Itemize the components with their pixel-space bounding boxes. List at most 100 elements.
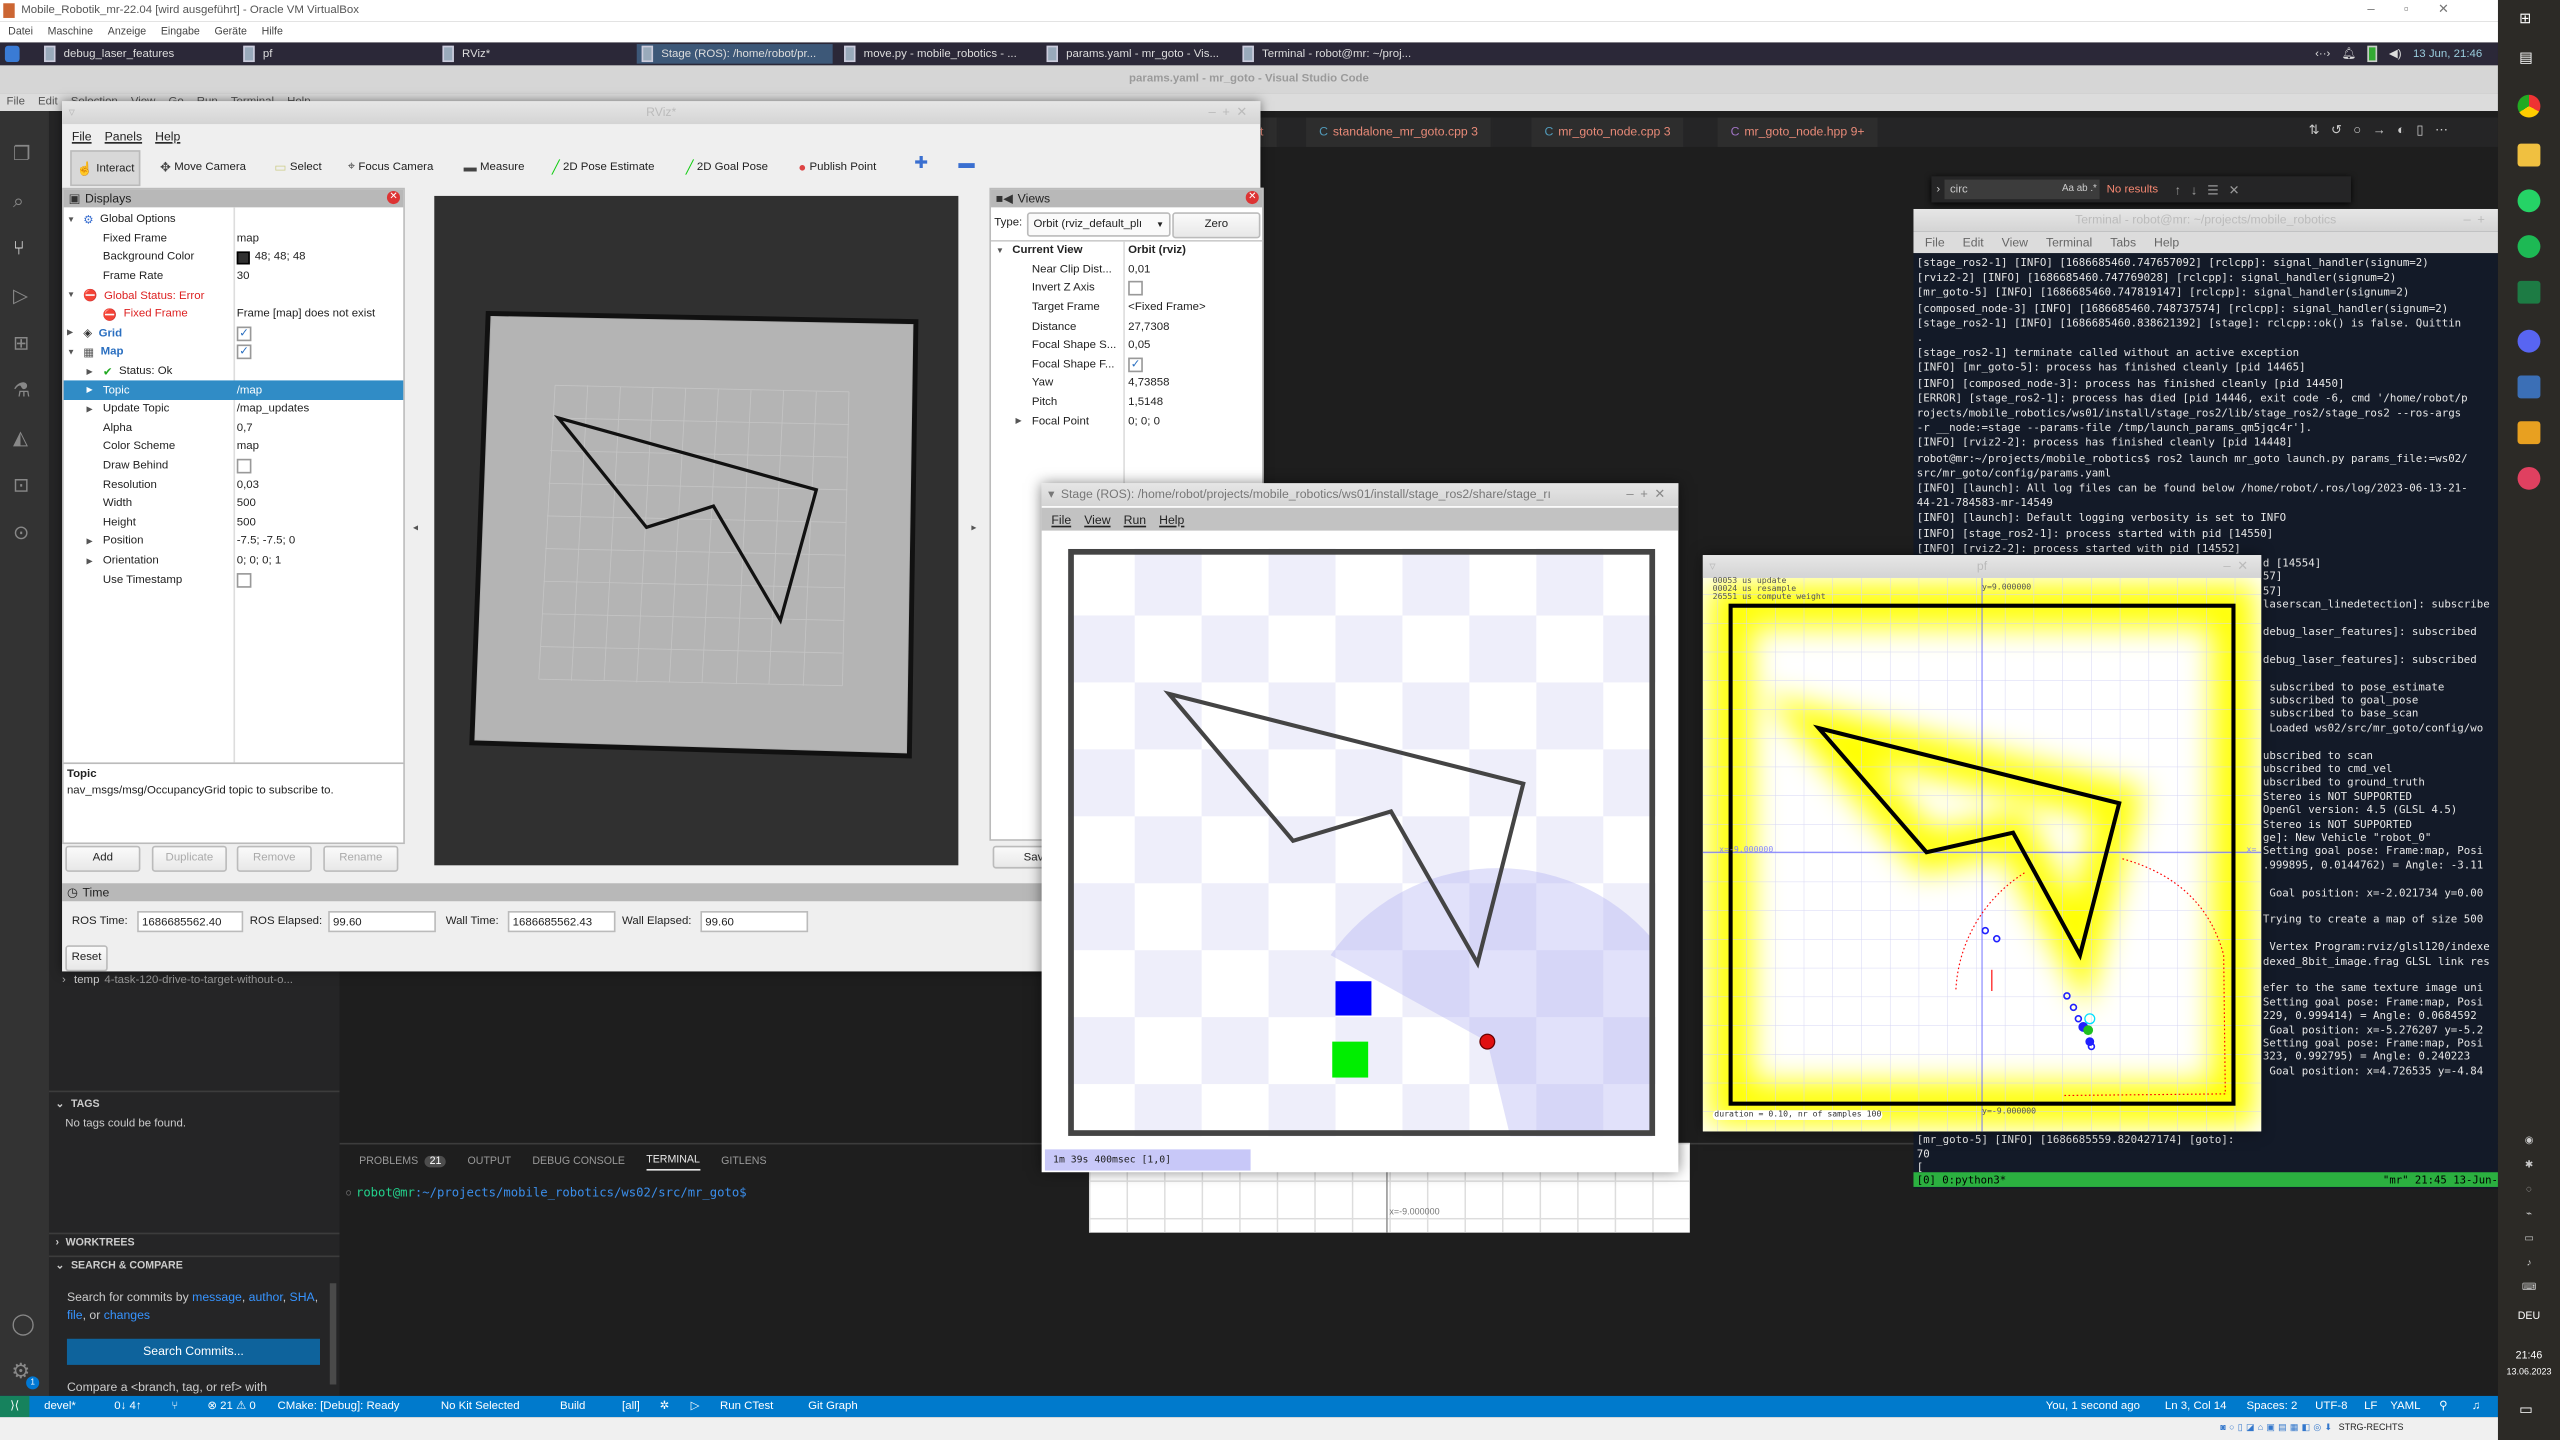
3d-view[interactable] bbox=[434, 195, 959, 866]
view-type-select[interactable]: Orbit (rviz_default_plı ▼ bbox=[1026, 212, 1171, 237]
terminal-menu-item[interactable]: View bbox=[2002, 235, 2028, 250]
language-indicator[interactable]: DEU bbox=[2498, 1311, 2560, 1322]
terminal-menu-item[interactable]: Terminal bbox=[2046, 235, 2092, 250]
taskbar-item[interactable]: RViz* bbox=[438, 44, 631, 64]
windows-date[interactable]: 13.06.2023 bbox=[2498, 1368, 2560, 1378]
property-row[interactable]: Draw Behind bbox=[64, 457, 404, 476]
checkbox[interactable]: ✓ bbox=[236, 326, 252, 342]
checkbox[interactable]: ✓ bbox=[236, 345, 252, 360]
bell-icon[interactable]: 🔔︎ bbox=[2342, 47, 2357, 60]
task-view-icon[interactable]: ▤ bbox=[2519, 49, 2533, 67]
collapse-right-icon[interactable]: ▸ bbox=[971, 522, 976, 534]
gitlens-icon[interactable]: ◭ bbox=[13, 415, 31, 462]
extensions-icon[interactable]: ⊞ bbox=[13, 320, 31, 367]
property-row[interactable]: ▼ ⚙ Global Options bbox=[64, 211, 404, 230]
property-row[interactable]: ▶ ✔ Status: Ok bbox=[64, 362, 404, 381]
link-changes[interactable]: changes bbox=[104, 1308, 150, 1323]
property-value[interactable]: 0,7 bbox=[237, 423, 253, 434]
taskbar-item[interactable]: move.py - mobile_robotics - ... bbox=[839, 44, 1035, 64]
terminal-menu-item[interactable]: Edit bbox=[1963, 235, 1984, 250]
tray-icons[interactable]: ◉ ✱ ◌ ⌁ ▭ ♪ ⌨ bbox=[2513, 1130, 2546, 1301]
expand-open-icon[interactable]: ▼ bbox=[67, 291, 75, 301]
property-value[interactable]: 30 bbox=[237, 271, 250, 282]
property-value[interactable]: 0,01 bbox=[1128, 264, 1150, 275]
start-menu-icon[interactable] bbox=[4, 45, 20, 63]
stage-map[interactable] bbox=[1067, 548, 1656, 1137]
stage-menu-item[interactable]: Help bbox=[1159, 512, 1184, 527]
close-icon[interactable]: ✕ bbox=[1245, 191, 1259, 205]
property-row[interactable]: Focal Shape F... ✓ bbox=[991, 355, 1262, 374]
property-row[interactable]: Distance 27,7308 bbox=[991, 317, 1262, 336]
status-item[interactable]: 0↓ 4↑ bbox=[114, 1396, 141, 1417]
property-value[interactable]: -7.5; -7.5; 0 bbox=[237, 536, 295, 547]
property-value[interactable]: 500 bbox=[237, 498, 256, 509]
branch-item[interactable]: › temp 4-task-120-drive-to-target-withou… bbox=[62, 975, 293, 986]
whatsapp-icon[interactable] bbox=[2517, 189, 2541, 213]
property-value[interactable]: map bbox=[237, 442, 259, 453]
window-controls[interactable]: –+✕ bbox=[1626, 483, 1671, 506]
property-row[interactable]: ▶ ◈ Grid ✓ bbox=[64, 324, 404, 343]
property-value[interactable]: <Fixed Frame> bbox=[1128, 302, 1205, 313]
property-row[interactable]: Height 500 bbox=[64, 514, 404, 533]
search-compare-header[interactable]: ⌄ SEARCH & COMPARE bbox=[56, 1259, 183, 1272]
remote-icon[interactable]: ⟩⟨ bbox=[0, 1395, 30, 1418]
chevron-right-icon[interactable]: › bbox=[1936, 184, 1940, 195]
find-input[interactable]: circ Aa ab .* bbox=[1945, 179, 2101, 200]
terminal-prompt[interactable]: ○ robot@mr:~/projects/mobile_robotics/ws… bbox=[346, 1185, 747, 1200]
vbox-menu-item[interactable]: Datei bbox=[8, 26, 33, 37]
checkbox[interactable]: ✓ bbox=[1128, 357, 1143, 373]
property-value[interactable]: 0,03 bbox=[237, 479, 259, 490]
window-menu-icon[interactable]: ▿ bbox=[69, 101, 75, 124]
tool-2d-pose-estimate[interactable]: ╱ 2D Pose Estimate bbox=[552, 150, 655, 183]
window-menu-icon[interactable]: ▿ bbox=[1709, 555, 1715, 578]
find-options-icons[interactable]: Aa ab .* bbox=[2062, 184, 2097, 194]
panel-tab[interactable]: DEBUG CONSOLE bbox=[532, 1155, 625, 1170]
vbox-menu-item[interactable]: Geräte bbox=[214, 26, 246, 37]
status-item[interactable]: UTF-8 bbox=[2315, 1396, 2347, 1417]
status-item[interactable]: No Kit Selected bbox=[441, 1396, 520, 1417]
reset-button[interactable]: Reset bbox=[65, 945, 108, 972]
discord-icon[interactable] bbox=[2517, 329, 2541, 353]
expand-closed-icon[interactable]: ▶ bbox=[1016, 417, 1022, 427]
status-item[interactable]: Spaces: 2 bbox=[2247, 1396, 2298, 1417]
status-item[interactable]: Git Graph bbox=[808, 1396, 858, 1417]
stage-menu-item[interactable]: File bbox=[1051, 512, 1071, 527]
wall-time-field[interactable]: 1686685562.43 bbox=[507, 911, 616, 933]
network-icon[interactable]: ‹··› bbox=[2315, 48, 2330, 59]
property-row[interactable]: Pitch 1,5148 bbox=[991, 393, 1262, 412]
tool-2d-goal-pose[interactable]: ╱ 2D Goal Pose bbox=[686, 150, 768, 183]
source-control-icon[interactable]: ⑂ bbox=[171, 1396, 178, 1417]
property-row[interactable]: Near Clip Dist... 0,01 bbox=[991, 261, 1262, 280]
vscode-menu-item[interactable]: File bbox=[7, 96, 25, 107]
ros-elapsed-field[interactable]: 99.60 bbox=[328, 911, 436, 933]
app-icon-2[interactable] bbox=[2517, 466, 2541, 490]
spotify-icon[interactable] bbox=[2517, 235, 2541, 258]
property-value[interactable]: map bbox=[237, 233, 259, 244]
property-row[interactable]: Target Frame <Fixed Frame> bbox=[991, 298, 1262, 317]
editor-tab[interactable]: Cstandalone_mr_goto.cpp 3 bbox=[1306, 117, 1493, 147]
property-row[interactable]: Color Scheme map bbox=[64, 438, 404, 457]
rename-display-button[interactable]: Rename bbox=[323, 845, 399, 872]
window-menu-icon[interactable]: ▾ bbox=[1048, 487, 1054, 502]
property-value[interactable]: 0,05 bbox=[1128, 340, 1150, 351]
panel-tab[interactable]: GITLENS bbox=[721, 1155, 766, 1170]
property-row[interactable]: Yaw 4,73858 bbox=[991, 374, 1262, 393]
status-item[interactable]: Build bbox=[560, 1396, 585, 1417]
stage-title-bar[interactable]: ▾ Stage (ROS): /home/robot/projects/mobil… bbox=[1041, 483, 1679, 507]
excel-icon[interactable] bbox=[2517, 280, 2541, 304]
expand-open-icon[interactable]: ▼ bbox=[67, 215, 75, 225]
tool-move-camera[interactable]: ✥ Move Camera bbox=[160, 150, 246, 183]
checkbox[interactable] bbox=[1128, 281, 1143, 297]
window-controls[interactable]: –✕ bbox=[2223, 555, 2254, 578]
window-controls[interactable]: –▫✕ bbox=[2367, 2, 2478, 17]
checkbox[interactable] bbox=[236, 458, 252, 474]
vbox-menu-item[interactable]: Eingabe bbox=[161, 26, 200, 37]
terminal-title-bar[interactable]: Terminal - robot@mr: ~/projects/mobile_r… bbox=[1913, 208, 2498, 232]
property-row[interactable]: ▼ ▦ Map ✓ bbox=[64, 343, 404, 362]
expand-closed-icon[interactable]: ▶ bbox=[87, 556, 93, 566]
account-icon[interactable]: ◯ bbox=[11, 1311, 35, 1337]
add-display-button[interactable]: Add bbox=[65, 845, 141, 872]
find-nav-icons[interactable]: ↑↓☰✕ bbox=[2174, 182, 2249, 197]
taskbar-item[interactable]: Terminal - robot@mr: ~/proj... bbox=[1238, 44, 1437, 64]
expand-closed-icon[interactable]: ▶ bbox=[67, 329, 73, 339]
